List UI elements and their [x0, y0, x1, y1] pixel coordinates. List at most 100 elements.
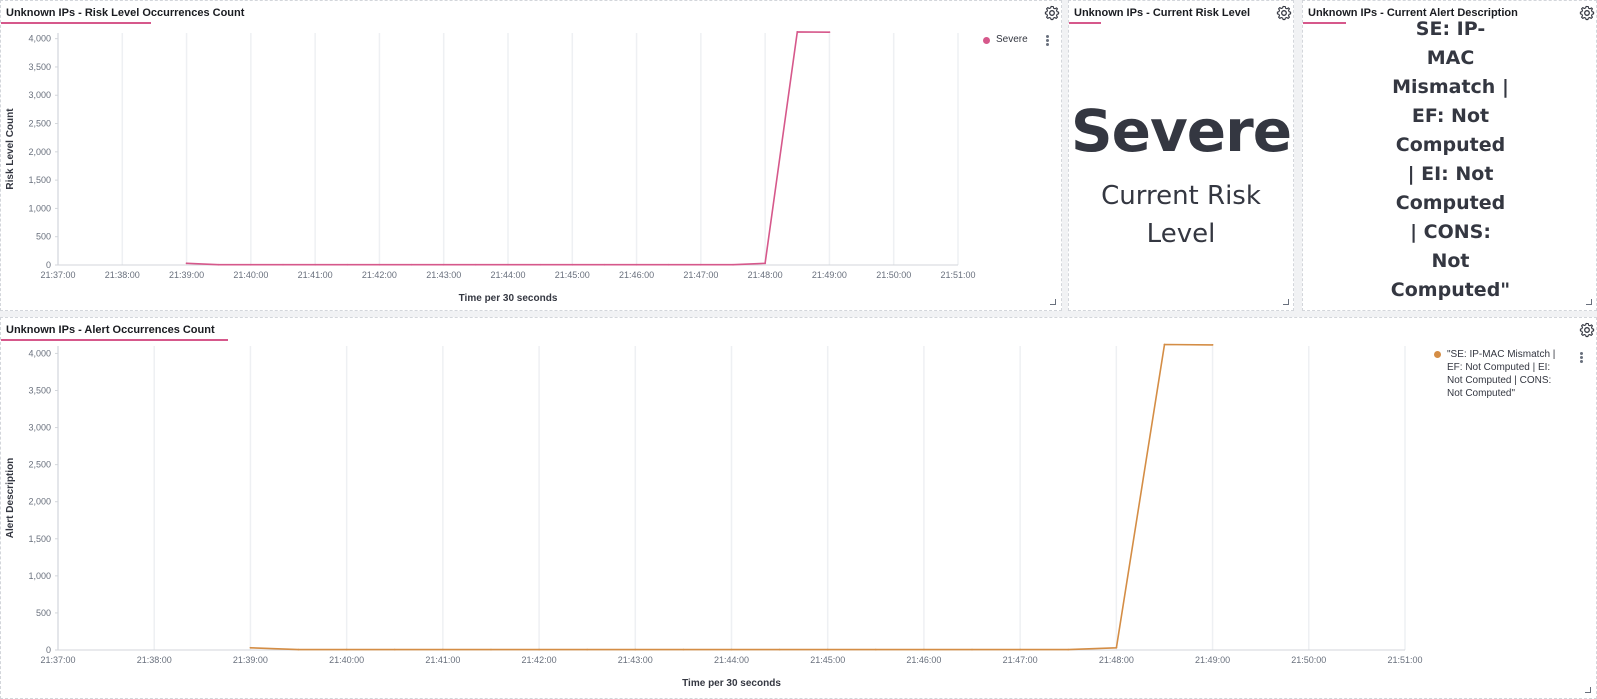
data-point[interactable] — [635, 263, 638, 266]
data-point[interactable] — [249, 646, 252, 649]
alert-description-text: SE: IP- MAC Mismatch | EF: Not Computed … — [1303, 17, 1596, 307]
x-tick-label: 21:40:00 — [233, 270, 268, 280]
data-point[interactable] — [826, 648, 829, 651]
x-tick-label: 21:49:00 — [1195, 655, 1230, 665]
alert-line: | EI: Not — [1407, 163, 1494, 185]
x-tick-label: 21:39:00 — [169, 270, 204, 280]
data-point[interactable] — [507, 263, 509, 266]
data-point[interactable] — [314, 263, 317, 266]
data-point[interactable] — [538, 648, 540, 651]
data-point[interactable] — [378, 263, 381, 266]
y-tick-label: 0 — [46, 645, 51, 655]
legend-line: Not Computed | CONS: — [1447, 375, 1552, 386]
y-tick-label: 500 — [36, 608, 51, 618]
data-point[interactable] — [1067, 648, 1070, 651]
y-tick-label: 3,000 — [28, 423, 51, 433]
x-tick-label: 21:38:00 — [137, 655, 172, 665]
x-tick-label: 21:45:00 — [810, 655, 845, 665]
x-tick-label: 21:41:00 — [425, 655, 460, 665]
alert-line: SE: IP- — [1415, 18, 1486, 40]
data-point[interactable] — [828, 31, 831, 34]
y-tick-label: 0 — [46, 260, 51, 270]
data-point[interactable] — [796, 30, 799, 33]
data-point[interactable] — [764, 262, 767, 265]
data-point[interactable] — [730, 648, 733, 651]
x-tick-label: 21:47:00 — [1003, 655, 1038, 665]
data-point[interactable] — [923, 648, 925, 651]
alert-line: MAC — [1426, 47, 1475, 69]
data-point[interactable] — [603, 263, 606, 266]
x-tick-label: 21:42:00 — [522, 655, 557, 665]
data-point[interactable] — [345, 648, 348, 651]
data-point[interactable] — [490, 648, 492, 651]
data-point[interactable] — [346, 263, 349, 266]
y-axis-title: Alert Description — [5, 458, 16, 539]
data-point[interactable] — [1163, 343, 1166, 346]
y-tick-label: 1,500 — [28, 175, 51, 185]
y-tick-label: 4,000 — [28, 348, 51, 358]
resize-handle-icon[interactable] — [1050, 299, 1056, 305]
data-point[interactable] — [442, 263, 445, 266]
legend-options-icon[interactable] — [1580, 352, 1583, 364]
y-tick-label: 2,000 — [28, 497, 51, 507]
legend-line: Not Computed" — [1447, 388, 1516, 399]
data-point[interactable] — [571, 263, 574, 266]
resize-handle-icon[interactable] — [1283, 299, 1289, 305]
data-point[interactable] — [393, 648, 396, 651]
risk-level-label-line1: Current Risk — [1101, 181, 1261, 211]
data-point[interactable] — [1019, 648, 1022, 651]
alert-occurrences-line-chart: 21:37:00 21:38:00 21:39:00 21:40:00 21:41:00… — [5, 343, 1423, 689]
data-point[interactable] — [778, 648, 781, 651]
y-tick-label: 3,000 — [28, 90, 51, 100]
data-point[interactable] — [185, 262, 188, 265]
data-point[interactable] — [634, 648, 637, 651]
alert-line: Computed — [1395, 134, 1506, 156]
data-point[interactable] — [249, 263, 252, 266]
data-point[interactable] — [217, 263, 220, 266]
alert-line: Not — [1431, 250, 1470, 272]
data-point[interactable] — [474, 263, 477, 266]
resize-handle-icon[interactable] — [1585, 687, 1591, 693]
data-point[interactable] — [586, 648, 589, 651]
data-point[interactable] — [297, 648, 300, 651]
gear-icon[interactable] — [1579, 322, 1595, 338]
current-risk-level-panel: Unknown IPs - Current Risk Level Severe … — [1068, 0, 1294, 311]
risk-level-value: Severe — [1070, 97, 1292, 165]
data-point[interactable] — [971, 648, 973, 651]
x-tick-label: 21:41:00 — [298, 270, 333, 280]
y-tick-label: 2,500 — [28, 460, 51, 470]
data-point[interactable] — [667, 263, 670, 266]
data-point[interactable] — [1211, 343, 1214, 346]
x-axis-title: Time per 30 seconds — [459, 293, 558, 304]
x-tick-label: 21:49:00 — [812, 270, 847, 280]
data-point[interactable] — [732, 263, 734, 266]
risk-level-label-line2: Level — [1146, 219, 1216, 249]
y-tick-label: 500 — [36, 232, 51, 242]
legend-item-alert[interactable]: "SE: IP-MAC Mismatch | EF: Not Computed … — [1434, 348, 1574, 400]
alert-line: Mismatch | — [1392, 76, 1509, 98]
data-point[interactable] — [410, 263, 413, 266]
y-tick-label: 3,500 — [28, 62, 51, 72]
alert-occurrences-count-panel: Unknown IPs - Alert Occurrences Count "S… — [0, 317, 1597, 699]
alert-line: | CONS: — [1410, 221, 1491, 243]
data-point[interactable] — [441, 648, 444, 651]
gear-icon[interactable] — [1044, 5, 1060, 21]
y-tick-label: 2,000 — [28, 147, 51, 157]
x-axis-title: Time per 30 seconds — [682, 678, 781, 689]
data-point[interactable] — [539, 263, 542, 266]
legend-options-icon[interactable] — [1046, 35, 1049, 47]
x-tick-label: 21:42:00 — [362, 270, 397, 280]
x-tick-label: 21:43:00 — [618, 655, 653, 665]
data-point[interactable] — [699, 263, 702, 266]
title-underline — [1069, 22, 1101, 24]
data-point[interactable] — [682, 648, 685, 651]
x-tick-label: 21:48:00 — [748, 270, 783, 280]
data-point[interactable] — [874, 648, 877, 651]
gear-icon[interactable] — [1276, 5, 1292, 21]
x-tick-label: 21:47:00 — [683, 270, 718, 280]
resize-handle-icon[interactable] — [1586, 299, 1592, 305]
risk-level-count-panel: Unknown IPs - Risk Level Occurrences Cou… — [0, 0, 1062, 311]
panel-title: Unknown IPs - Current Risk Level — [1074, 7, 1251, 19]
data-point[interactable] — [282, 263, 284, 266]
data-point[interactable] — [1115, 646, 1118, 649]
